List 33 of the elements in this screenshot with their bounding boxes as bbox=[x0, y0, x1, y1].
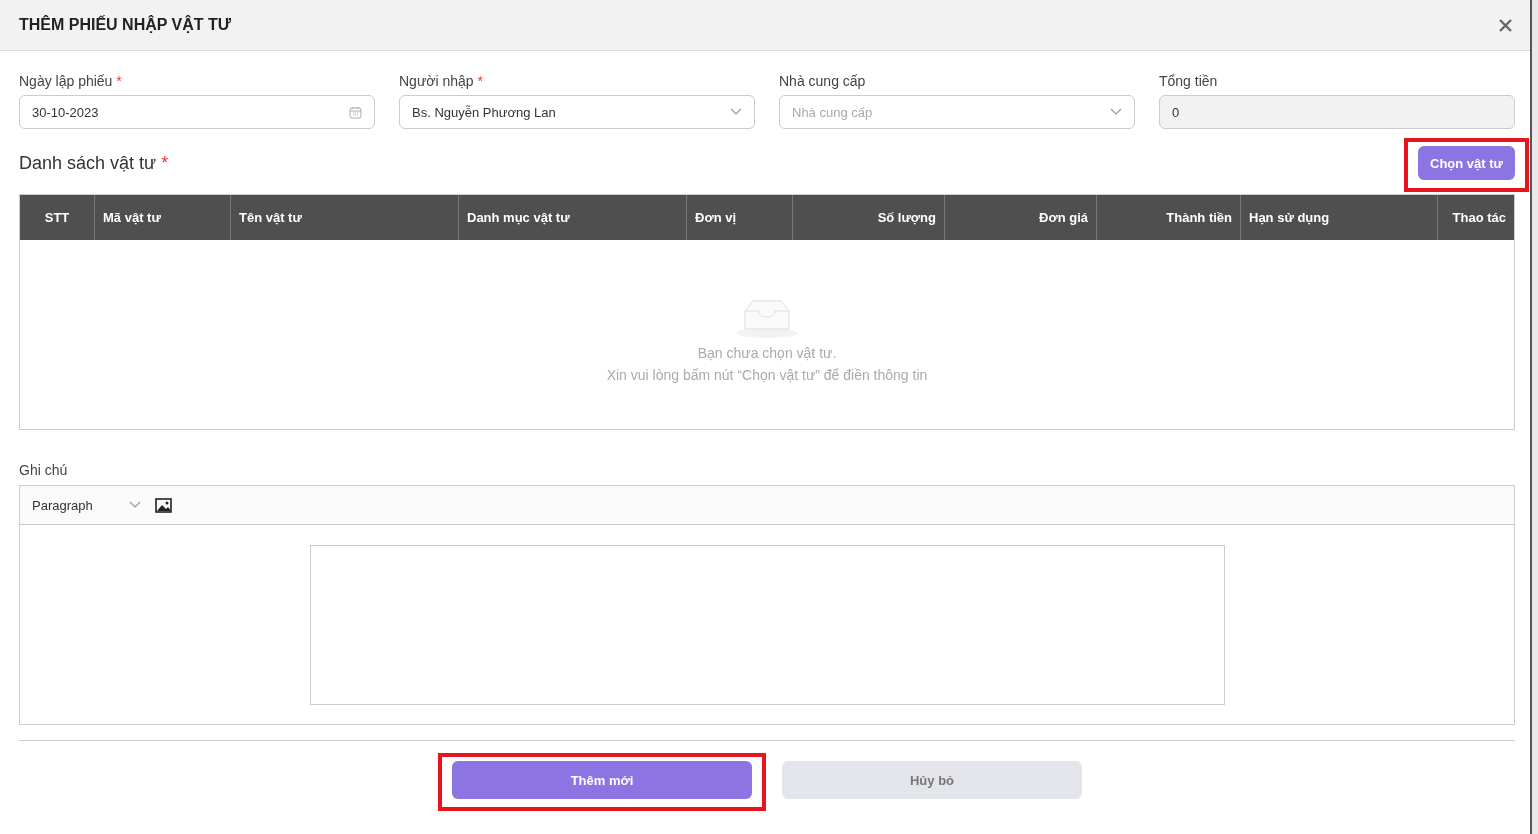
column-header: Tên vật tư bbox=[231, 195, 459, 240]
column-header: Đơn vị bbox=[687, 195, 793, 240]
chevron-down-icon bbox=[730, 108, 742, 116]
date-field[interactable]: 30-10-2023 bbox=[19, 95, 375, 129]
empty-message: Bạn chưa chọn vật tư. bbox=[697, 344, 837, 361]
choose-materials-button[interactable]: Chọn vật tư bbox=[1418, 146, 1515, 180]
field-label: Người nhập * bbox=[399, 73, 484, 89]
section-title: Danh sách vật tư * bbox=[19, 152, 169, 174]
column-header: Đơn giá bbox=[945, 195, 1097, 240]
column-header: Mã vật tư bbox=[95, 195, 231, 240]
calendar-icon bbox=[349, 105, 362, 119]
field-label: Ghi chú bbox=[19, 462, 69, 478]
column-header: STT bbox=[20, 195, 95, 240]
dialog-title: THÊM PHIẾU NHẬP VẬT TƯ bbox=[19, 16, 232, 34]
format-select[interactable]: Paragraph bbox=[32, 497, 141, 513]
cancel-button[interactable]: Hủy bỏ bbox=[782, 761, 1082, 799]
column-header: Số lượng bbox=[793, 195, 945, 240]
note-input[interactable] bbox=[309, 544, 1225, 705]
chevron-down-icon bbox=[1110, 108, 1122, 116]
column-header: Hạn sử dụng bbox=[1241, 195, 1438, 240]
field-label: Tổng tiền bbox=[1159, 73, 1219, 89]
empty-message: Xin vui lòng bấm nút “Chọn vật tư” để điền thông tin bbox=[606, 366, 928, 383]
field-label: Ngày lập phiếu * bbox=[19, 73, 123, 89]
total-field: 0 bbox=[1159, 95, 1515, 129]
column-header: Thành tiền bbox=[1097, 195, 1241, 240]
chevron-down-icon bbox=[128, 501, 141, 509]
field-label: Nhà cung cấp bbox=[779, 73, 867, 89]
image-icon[interactable] bbox=[154, 497, 172, 513]
column-header: Thao tác bbox=[1451, 209, 1507, 227]
add-button[interactable]: Thêm mới bbox=[452, 761, 752, 799]
select-field[interactable]: Bs. Nguyễn Phương Lan bbox=[399, 95, 755, 129]
column-header: Danh mục vật tư bbox=[459, 195, 687, 240]
select-field[interactable]: Nhà cung cấp bbox=[779, 95, 1135, 129]
